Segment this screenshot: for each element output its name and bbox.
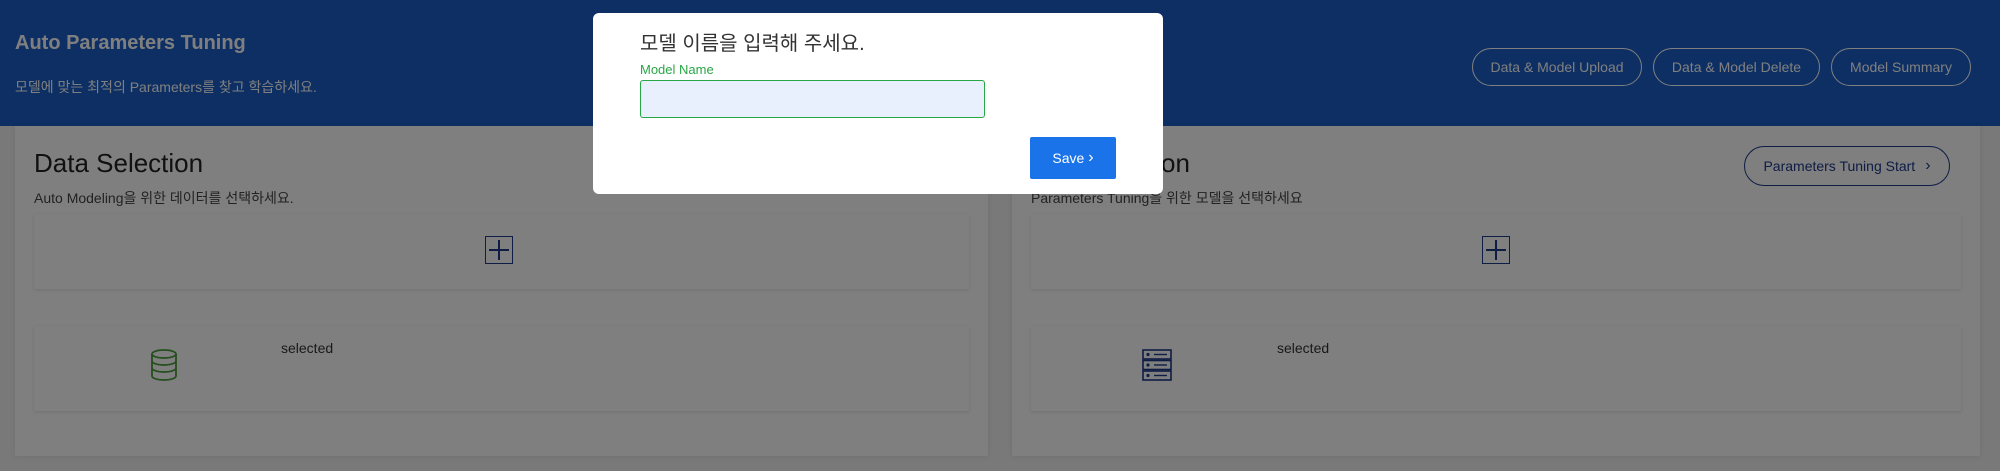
save-label: Save — [1052, 150, 1085, 166]
chevron-right-icon: › — [1088, 149, 1094, 166]
model-name-input[interactable] — [640, 80, 985, 118]
save-button[interactable]: Save › — [1030, 137, 1116, 179]
dialog-title: 모델 이름을 입력해 주세요. — [640, 33, 865, 55]
model-name-label: Model Name — [640, 62, 714, 77]
model-name-dialog: 모델 이름을 입력해 주세요. Model Name Save › — [593, 13, 1163, 194]
